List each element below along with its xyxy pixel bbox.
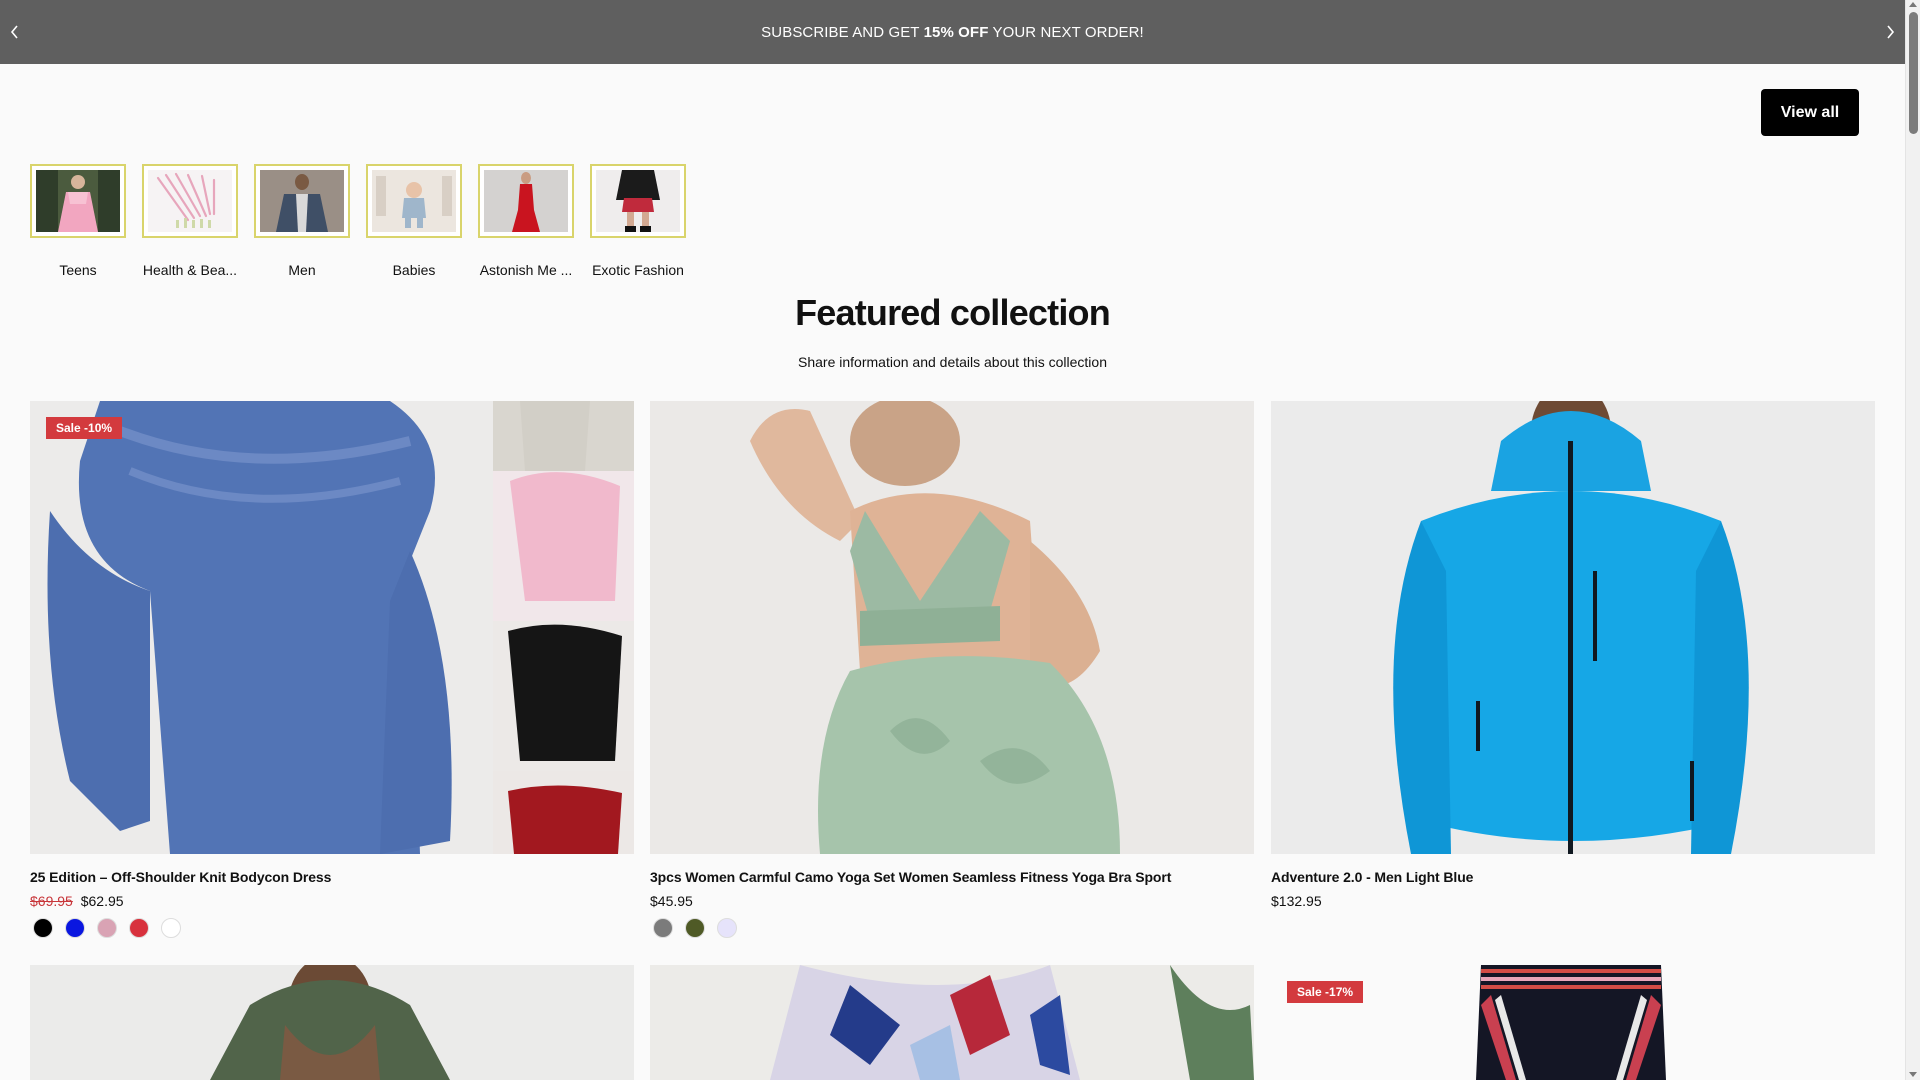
product-old-price: $69.95 (30, 893, 73, 909)
color-swatch[interactable] (161, 918, 181, 938)
product-price: $132.95 (1271, 893, 1875, 909)
product-sale-price: $62.95 (80, 893, 124, 909)
announcement-bar: SUBSCRIBE AND GET 15% OFF YOUR NEXT ORDE… (0, 0, 1905, 64)
category-thumbnail[interactable] (478, 164, 574, 238)
color-swatch[interactable] (33, 918, 53, 938)
color-swatch[interactable] (65, 918, 85, 938)
product-name[interactable]: 25 Edition – Off-Shoulder Knit Bodycon D… (30, 869, 634, 885)
scrollbar-thumb[interactable] (1909, 12, 1918, 134)
category-label: Exotic Fashion (592, 262, 684, 278)
color-swatch[interactable] (717, 918, 737, 938)
product-image[interactable]: Sale -10% (30, 401, 634, 854)
announcement-text: SUBSCRIBE AND GET 15% OFF YOUR NEXT ORDE… (761, 23, 1144, 41)
product-image[interactable] (650, 401, 1254, 854)
product-image[interactable] (30, 965, 634, 1080)
page-scrollbar[interactable] (1905, 0, 1920, 1080)
color-swatch[interactable] (129, 918, 149, 938)
category-babies[interactable]: Babies (366, 164, 462, 278)
category-label: Astonish Me ... (479, 262, 573, 278)
product-image[interactable] (650, 965, 1254, 1080)
color-swatch[interactable] (97, 918, 117, 938)
category-thumbnail[interactable] (590, 164, 686, 238)
chevron-right-icon[interactable] (1878, 20, 1902, 44)
category-thumbnail[interactable] (254, 164, 350, 238)
product-price: $45.95 (650, 893, 1254, 909)
color-swatches (30, 918, 634, 938)
category-label: Babies (392, 262, 436, 278)
category-men[interactable]: Men (254, 164, 350, 278)
category-label: Teens (59, 262, 97, 278)
product-card[interactable]: Sale -10% 25 Edition – Off-Shoulder Knit… (30, 401, 634, 938)
product-card[interactable]: Adventure 2.0 - Men Light Blue $132.95 (1271, 401, 1875, 909)
category-label: Health & Bea... (142, 262, 238, 278)
color-swatch[interactable] (685, 918, 705, 938)
product-image[interactable] (1271, 401, 1875, 854)
category-teens[interactable]: Teens (30, 164, 126, 278)
product-card[interactable]: Sale -17% (1271, 965, 1875, 1080)
product-price: $69.95 $62.95 (30, 893, 634, 909)
scroll-down-arrow-icon[interactable] (1909, 1072, 1917, 1077)
scroll-up-arrow-icon[interactable] (1909, 2, 1917, 7)
product-name[interactable]: 3pcs Women Carmful Camo Yoga Set Women S… (650, 869, 1254, 885)
color-swatch[interactable] (653, 918, 673, 938)
announcement-highlight: 15% OFF (923, 23, 989, 41)
product-card[interactable] (30, 965, 634, 1080)
category-label: Men (288, 262, 316, 278)
sale-badge: Sale -10% (46, 417, 123, 439)
category-thumbnail[interactable] (142, 164, 238, 238)
product-name[interactable]: Adventure 2.0 - Men Light Blue (1271, 869, 1875, 885)
category-exotic-fashion[interactable]: Exotic Fashion (590, 164, 686, 278)
color-swatches (650, 918, 1254, 938)
category-astonish-me[interactable]: Astonish Me ... (478, 164, 574, 278)
product-card[interactable] (650, 965, 1254, 1080)
sale-badge: Sale -17% (1287, 981, 1364, 1003)
featured-collection-title: Featured collection (795, 292, 1111, 333)
featured-collection-subtitle: Share information and details about this… (798, 354, 1107, 370)
product-image[interactable]: Sale -17% (1271, 965, 1875, 1080)
product-card[interactable]: 3pcs Women Carmful Camo Yoga Set Women S… (650, 401, 1254, 938)
category-thumbnail[interactable] (366, 164, 462, 238)
view-all-button[interactable]: View all (1761, 89, 1859, 136)
product-sale-price: $45.95 (650, 893, 693, 909)
product-sale-price: $132.95 (1271, 893, 1322, 909)
category-health-beauty[interactable]: Health & Bea... (142, 164, 238, 278)
chevron-left-icon[interactable] (3, 20, 27, 44)
category-thumbnail[interactable] (30, 164, 126, 238)
